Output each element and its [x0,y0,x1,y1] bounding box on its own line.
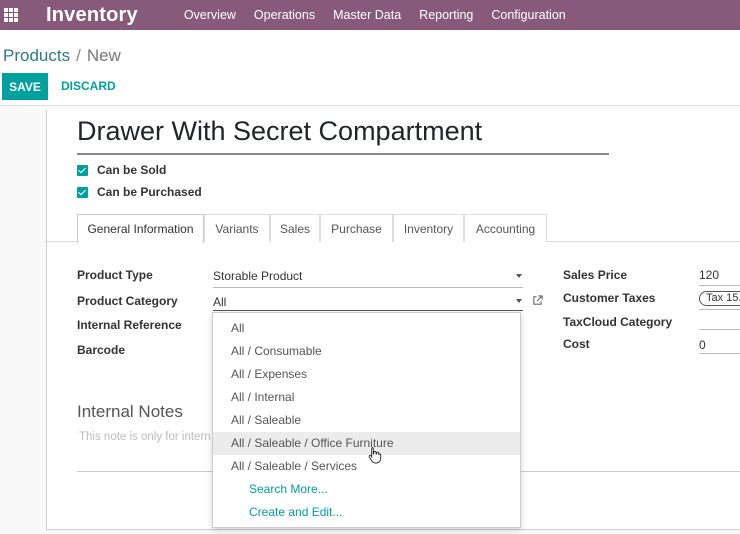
tab-variants[interactable]: Variants [204,214,270,242]
can-be-sold-checkbox[interactable] [77,164,88,176]
menu-operations[interactable]: Operations [254,8,315,22]
breadcrumb-separator: / [76,46,81,65]
dropdown-option[interactable]: All [213,317,520,340]
cost-underline [699,353,740,354]
can-be-sold-row: Can be Sold [77,163,166,177]
tab-purchase[interactable]: Purchase [320,214,393,242]
app-title[interactable]: Inventory [46,4,138,27]
product-type-select[interactable]: Storable Product [213,269,302,283]
customer-taxes-label: Customer Taxes [563,291,656,305]
dropdown-option[interactable]: All / Internal [213,386,520,409]
product-name-underline [77,153,609,155]
product-category-underline [213,310,523,311]
sales-price-underline [699,285,740,286]
menu-reporting[interactable]: Reporting [419,8,473,22]
menu-overview[interactable]: Overview [184,8,236,22]
product-category-label: Product Category [77,294,178,308]
cost-label: Cost [563,337,590,351]
discard-button[interactable]: DISCARD [61,79,116,93]
sales-price-label: Sales Price [563,268,628,282]
product-name-input[interactable]: Drawer With Secret Compartment [77,116,482,147]
product-type-underline [213,287,523,288]
can-be-purchased-row: Can be Purchased [77,185,202,199]
can-be-purchased-checkbox[interactable] [77,186,88,198]
top-navbar: Inventory Overview Operations Master Dat… [0,0,740,30]
breadcrumb: Products / New [3,46,121,66]
product-category-dropdown: All All / Consumable All / Expenses All … [212,312,521,528]
menu-master-data[interactable]: Master Data [333,8,401,22]
main-menu: Overview Operations Master Data Reportin… [184,8,584,22]
barcode-label: Barcode [77,343,126,357]
menu-configuration[interactable]: Configuration [491,8,565,22]
save-button[interactable]: SAVE [2,73,48,100]
cost-input[interactable]: 0 [699,338,706,352]
dropdown-option[interactable]: All / Consumable [213,340,520,363]
pointer-cursor-icon [368,447,382,464]
breadcrumb-current: New [86,46,121,65]
internal-notes-title: Internal Notes [77,402,183,421]
internal-notes-input[interactable]: This note is only for intern [79,431,211,443]
taxcloud-category-label: TaxCloud Category [563,315,673,329]
dropdown-option-hovered[interactable]: All / Saleable / Office Furniture [213,432,520,455]
dropdown-caret-icon[interactable] [516,274,522,278]
internal-reference-label: Internal Reference [77,318,182,332]
product-type-label: Product Type [77,268,153,282]
customer-tax-tag[interactable]: Tax 15. [699,291,740,306]
taxcloud-category-underline [699,329,740,330]
dropdown-caret-icon[interactable] [516,299,522,303]
sales-price-input[interactable]: 120 [699,268,719,282]
search-more-link[interactable]: Search More... [213,478,520,501]
can-be-sold-label: Can be Sold [97,163,167,177]
external-link-icon[interactable] [532,295,543,306]
can-be-purchased-label: Can be Purchased [97,185,202,199]
tab-inventory[interactable]: Inventory [393,214,464,242]
customer-taxes-underline [699,309,740,310]
dropdown-option[interactable]: All / Expenses [213,363,520,386]
control-panel: Products / New SAVE DISCARD [0,30,740,106]
apps-grid-icon[interactable] [4,8,18,22]
tab-sales[interactable]: Sales [270,214,320,242]
tab-accounting[interactable]: Accounting [464,214,547,242]
breadcrumb-products-link[interactable]: Products [3,46,70,65]
tab-general-information[interactable]: General Information [77,214,204,243]
dropdown-option[interactable]: All / Saleable / Services [213,455,520,478]
product-category-input[interactable]: All [213,295,226,309]
create-and-edit-link[interactable]: Create and Edit... [213,501,520,524]
dropdown-option[interactable]: All / Saleable [213,409,520,432]
